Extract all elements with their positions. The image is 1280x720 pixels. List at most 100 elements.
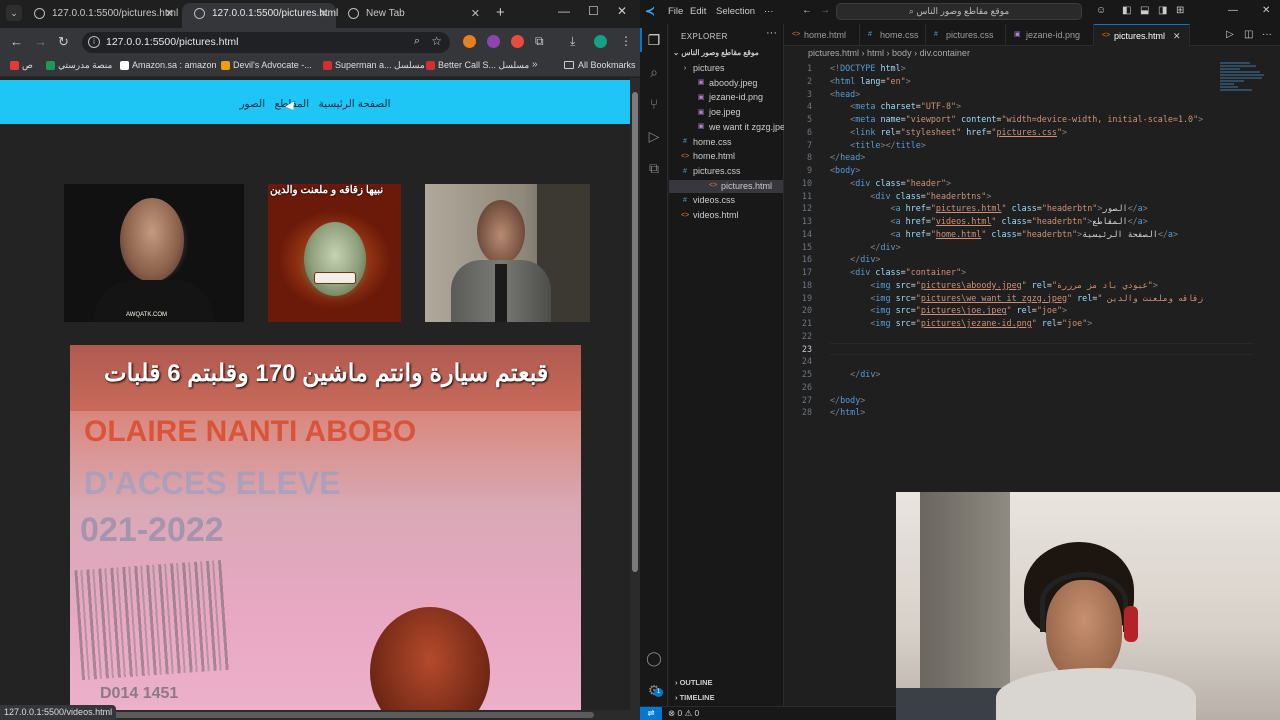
bookmark-star-icon[interactable]: ☆ [431,34,442,48]
url-text[interactable]: 127.0.0.1:5500/pictures.html [106,36,239,48]
browser-tab-2-active[interactable]: 127.0.0.1:5500/pictures.html ✕ [182,3,338,28]
bookmark-item[interactable]: Better Call S... مسلسل [426,60,529,71]
close-window-icon[interactable]: ✕ [1262,5,1270,16]
back-arrow-icon[interactable]: ← [802,5,812,16]
remote-indicator-icon[interactable]: ⇌ [640,707,662,720]
editor-tab-home-html[interactable]: <> home.html [784,24,860,46]
page-vertical-scrollbar[interactable] [630,78,640,710]
customize-layout-icon[interactable]: ⊞ [1176,5,1184,16]
code-line[interactable]: 21 <img src="pictures\jezane-id.png" rel… [784,317,1254,330]
nav-link-pictures[interactable]: الصور [239,80,265,128]
code-line[interactable]: 20 <img src="pictures\joe.jpeg" rel="joe… [784,304,1254,317]
tree-item-pictures-css[interactable]: # pictures.css [681,165,740,178]
tree-item-aboody-jpeg[interactable]: ▣ aboody.jpeg [697,77,758,90]
breadcrumb-item[interactable]: div.container [920,48,970,58]
profile-avatar[interactable] [594,35,607,48]
code-line[interactable]: 15 </div> [784,241,1254,254]
layout-panel-icon[interactable]: ⬓ [1140,5,1149,16]
chevron-double-right-icon[interactable]: » [532,59,538,70]
run-debug-icon[interactable]: ▷ [646,128,662,144]
explorer-icon[interactable]: ❐ [640,28,662,52]
code-line[interactable]: 25 </div> [784,368,1254,381]
tree-item-pictures-html[interactable]: <> pictures.html [669,179,783,193]
bookmark-item[interactable]: Devil's Advocate -... [221,60,312,70]
bookmark-item[interactable]: ص [10,60,33,71]
reload-icon[interactable]: ↻ [58,34,69,50]
menu-selection[interactable]: Selection [716,6,755,17]
copilot-icon[interactable]: ☺ [1096,5,1106,16]
tree-item-home-html[interactable]: <> home.html [681,150,735,163]
minimize-icon[interactable]: — [558,4,570,18]
search-icon[interactable]: ⌕ [646,64,662,80]
kebab-menu-icon[interactable]: ⋮ [620,34,632,48]
breadcrumb-item[interactable]: pictures.html [808,48,859,58]
code-line[interactable]: 17 <div class="container"> [784,266,1254,279]
code-line[interactable]: 14 <a href="home.html" class="headerbtn"… [784,228,1254,241]
extension-icon[interactable] [511,35,524,48]
forward-arrow-icon[interactable]: → [34,34,47,49]
extension-icon[interactable] [487,35,500,48]
code-line[interactable]: 10 <div class="header"> [784,177,1254,190]
download-icon[interactable]: ⤓ [570,34,575,49]
nav-link-home[interactable]: الصفحة الرئيسية [319,80,391,128]
code-line[interactable]: 16 </div> [784,253,1254,266]
more-actions-icon[interactable]: ··· [1262,29,1272,40]
extensions-icon[interactable]: ⧉ [646,160,662,176]
tab-search-button[interactable]: ⌄ [6,5,22,21]
maximize-icon[interactable]: ☐ [588,4,599,18]
all-bookmarks-button[interactable]: All Bookmarks [564,60,636,70]
editor-tab-pictures-html[interactable]: <> pictures.html ✕ [1094,24,1190,46]
code-line[interactable]: 18 <img src="pictures\aboody.jpeg" rel="… [784,279,1254,292]
tree-item-videos-html[interactable]: <> videos.html [681,209,739,222]
code-line[interactable]: 3 <head> [784,88,1254,101]
editor-tab-pictures-css[interactable]: # pictures.css [926,24,1006,46]
code-line[interactable]: 2 <html lang="en"> [784,75,1254,88]
account-icon[interactable]: ◯ [646,650,662,666]
breadcrumb-item[interactable]: body [892,48,912,58]
workspace-root-folder[interactable]: ⌄ موقع مقاطع وصور الناس [673,48,759,57]
code-line[interactable]: 24 [784,355,1254,368]
layout-sidebar-icon[interactable]: ◧ [1122,5,1131,16]
tree-item-we-want-it-zgzg-jpeg[interactable]: ▣ we want it zgzg.jpeg [697,121,790,134]
tree-item-home-css[interactable]: # home.css [681,136,731,149]
tree-item-joe-jpeg[interactable]: ▣ joe.jpeg [697,106,741,119]
close-window-icon[interactable]: ✕ [617,4,627,18]
outline-section[interactable]: › OUTLINE [675,678,713,687]
menu-file[interactable]: File [668,6,683,17]
bookmark-item[interactable]: Amazon.sa : amazon [120,60,217,70]
code-line[interactable]: 11 <div class="headerbtns"> [784,190,1254,203]
code-line[interactable]: 9 <body> [784,164,1254,177]
code-line[interactable]: 4 <meta charset="UTF-8"> [784,100,1254,113]
bookmark-item[interactable]: Superman a... مسلسل [323,60,425,71]
code-line[interactable]: 5 <meta name="viewport" content="width=d… [784,113,1254,126]
problems-status[interactable]: ⊗ 0 ⚠ 0 [668,707,699,720]
code-line[interactable]: 27 </body> [784,394,1254,407]
tree-item-pictures[interactable]: › pictures [681,62,725,75]
browser-tab-1[interactable]: 127.0.0.1:5500/pictures.html ✕ [22,3,182,28]
tree-item-videos-css[interactable]: # videos.css [681,194,735,207]
back-arrow-icon[interactable]: ← [10,34,23,49]
code-line[interactable]: 12 <a href="pictures.html" class="header… [784,202,1254,215]
code-line[interactable]: 19 <img src="pictures\we want it zgzg.jp… [784,292,1254,305]
bookmark-item[interactable]: منصة مدرستي [46,60,112,71]
close-icon[interactable]: ✕ [471,3,480,25]
more-menu-icon[interactable]: ··· [764,6,774,17]
address-bar[interactable]: i 127.0.0.1:5500/pictures.html ⌕ ☆ [82,32,450,53]
code-line[interactable]: 26 [784,381,1254,394]
code-line[interactable]: 8 </head> [784,151,1254,164]
extension-icon[interactable] [463,35,476,48]
minimap[interactable] [1220,62,1270,122]
source-control-icon[interactable]: ⑂ [646,96,662,112]
layout-secondary-icon[interactable]: ◨ [1158,5,1167,16]
zoom-icon[interactable]: ⌕ [414,35,420,48]
code-line[interactable]: 1 <!DOCTYPE html> [784,62,1254,75]
puzzle-extensions-icon[interactable]: ⧉ [535,34,544,49]
breadcrumb-item[interactable]: html [867,48,884,58]
close-icon[interactable]: ✕ [165,3,174,25]
code-line[interactable]: 13 <a href="videos.html" class="headerbt… [784,215,1254,228]
timeline-section[interactable]: › TIMELINE [675,693,715,702]
forward-arrow-icon[interactable]: → [820,5,830,16]
browser-tab-3[interactable]: New Tab ✕ [336,3,488,28]
code-line[interactable]: 28 </html> [784,406,1254,419]
menu-edit[interactable]: Edit [690,6,706,17]
